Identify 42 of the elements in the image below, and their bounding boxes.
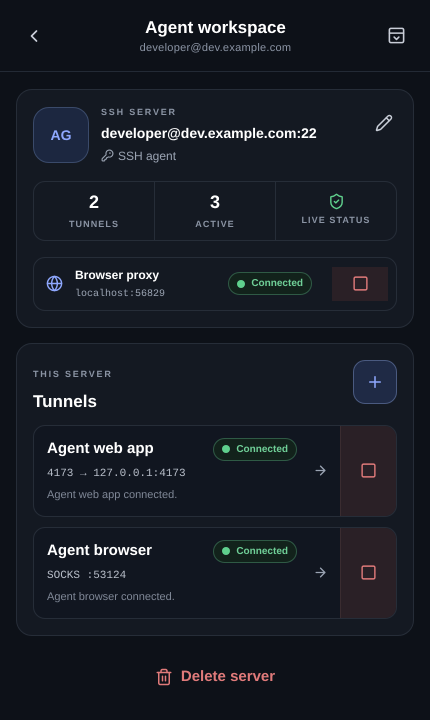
stop-icon (352, 275, 368, 292)
status-badge: Connected (213, 438, 297, 460)
window-subtitle: developer@dev.example.com (140, 41, 292, 56)
tunnel-card[interactable]: Agent web app Connected 4173 → 127.0.0.1:4173 Agent web app connected. (33, 424, 397, 516)
stat-value: 2 (88, 190, 99, 214)
section-eyebrow: SSH SERVER (101, 106, 178, 119)
stop-icon (360, 564, 377, 581)
tunnel-name: Agent browser (47, 540, 152, 561)
stop-icon (360, 462, 377, 479)
stat-label: LIVE STATUS (301, 214, 371, 228)
tunnel-route: SOCKS :53124 (47, 568, 128, 584)
stat-value: 3 (210, 190, 220, 214)
avatar: AG (33, 107, 89, 164)
proxy-name: Browser proxy (75, 266, 160, 284)
stop-button[interactable] (332, 266, 388, 300)
key-icon (101, 149, 114, 162)
auth-method: SSH agent (118, 148, 176, 164)
tunnel-card[interactable]: Agent browser Connected SOCKS :53124 Agent browser connected. (33, 526, 397, 618)
status-badge: Connected (213, 540, 297, 562)
stat-label: TUNNELS (68, 218, 120, 231)
proxy-address: localhost:56829 (75, 288, 166, 302)
tunnel-route: 4173 → 127.0.0.1:4173 (47, 466, 187, 482)
panel-button[interactable] (387, 26, 406, 45)
arrow-right-icon (313, 463, 328, 478)
arrow-right-icon (313, 565, 328, 580)
edit-button[interactable] (375, 114, 393, 132)
tunnel-name: Agent web app (47, 438, 154, 459)
pencil-icon (375, 114, 393, 132)
server-address: developer@dev.example.com:22 (101, 124, 318, 143)
tunnel-message: Agent web app connected. (47, 488, 178, 503)
trash-icon (154, 668, 173, 686)
section-eyebrow: THIS SERVER (33, 368, 113, 380)
shield-check-icon (328, 193, 344, 210)
panel-icon (387, 26, 406, 45)
status-badge: Connected (228, 272, 312, 295)
section-title: Tunnels (33, 391, 98, 413)
globe-icon (46, 275, 63, 292)
add-button[interactable] (353, 360, 397, 404)
delete-server-button[interactable]: Delete server (154, 666, 276, 688)
tunnel-message: Agent browser connected. (47, 590, 176, 605)
stat-label: ACTIVE (195, 218, 235, 231)
window-title: Agent workspace (145, 16, 286, 39)
